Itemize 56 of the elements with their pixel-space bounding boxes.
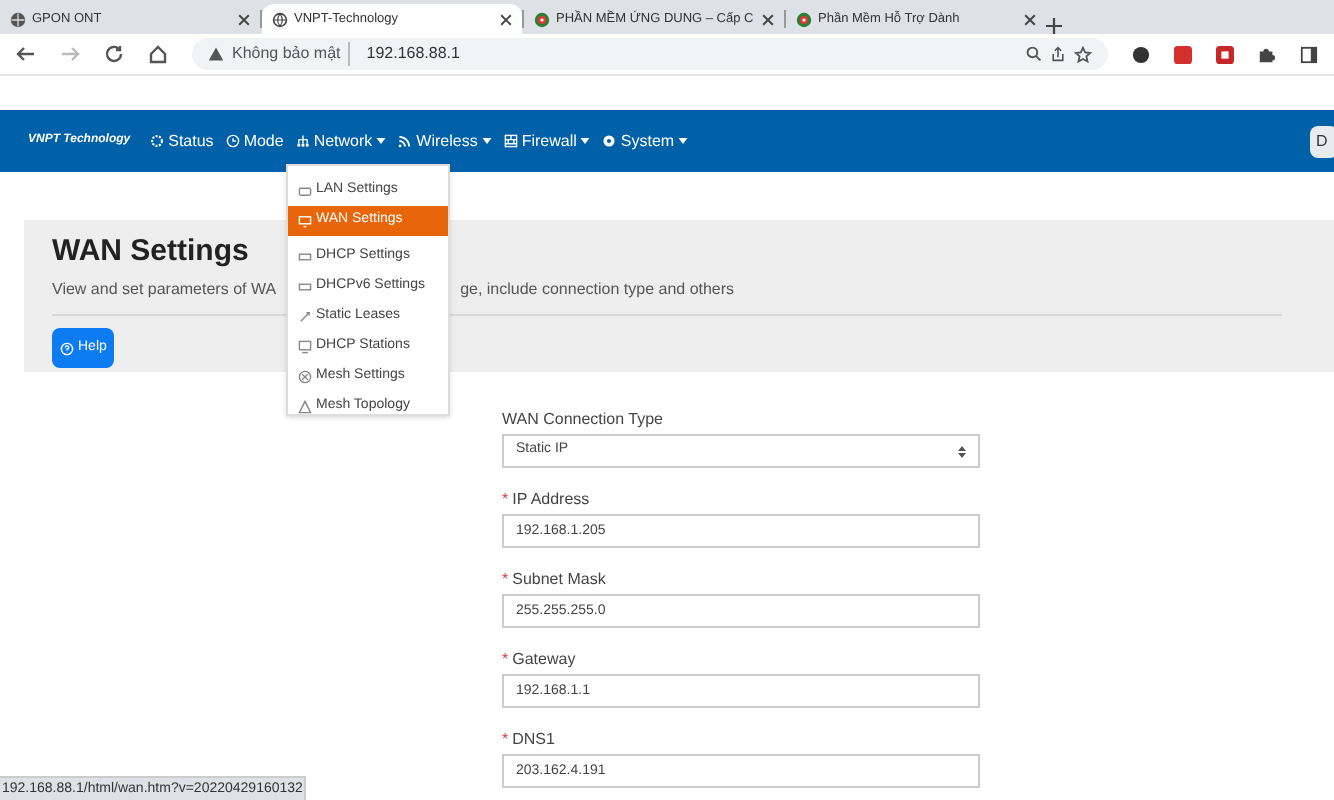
description-text: ge, include connection type and others xyxy=(460,278,735,302)
extension-icon[interactable] xyxy=(1132,45,1150,63)
close-icon[interactable] xyxy=(238,13,250,25)
zoom-icon[interactable] xyxy=(1026,46,1042,62)
nav-link[interactable]: Wireless xyxy=(398,129,492,153)
close-icon[interactable] xyxy=(762,13,774,25)
field-label: DNS1 xyxy=(512,730,555,752)
app-icon xyxy=(796,11,812,27)
caret-icon xyxy=(678,138,689,144)
star-icon[interactable] xyxy=(1074,45,1092,63)
nav-link[interactable]: Network xyxy=(295,129,387,153)
field-label: IP Address xyxy=(512,490,590,512)
globe-icon xyxy=(272,11,288,27)
description-text: View and set parameters of WA xyxy=(52,278,277,302)
nav-button[interactable]: D xyxy=(1310,125,1334,157)
new-tab-icon[interactable] xyxy=(1046,18,1062,34)
monitor-icon xyxy=(298,214,312,228)
home-icon[interactable] xyxy=(148,44,168,64)
caret-icon xyxy=(580,138,591,144)
required-mark: * xyxy=(502,490,509,512)
app-icon xyxy=(534,11,550,27)
nav-link[interactable]: Status xyxy=(150,129,214,153)
field-label: WAN Connection Type xyxy=(502,410,663,432)
page-title: WAN Settings xyxy=(52,232,249,272)
address-field[interactable]: Không bảo mật 192.168.88.1 xyxy=(192,38,1108,70)
field-label: Gateway xyxy=(512,650,576,672)
caret-icon xyxy=(481,138,492,144)
field-label: Subnet Mask xyxy=(512,570,606,592)
close-icon[interactable] xyxy=(500,13,512,25)
disc-icon xyxy=(602,134,617,148)
help-icon xyxy=(60,341,74,355)
sort-icon xyxy=(958,445,966,457)
nav-link[interactable]: Firewall xyxy=(503,129,591,153)
caret-icon xyxy=(376,138,387,144)
required-mark: * xyxy=(502,730,509,752)
reload-icon[interactable] xyxy=(104,44,124,64)
url-text: 192.168.88.1 xyxy=(364,42,460,66)
network-icon xyxy=(295,134,310,148)
globe-icon xyxy=(10,11,26,27)
share-icon[interactable] xyxy=(1050,46,1066,62)
extension-icon[interactable] xyxy=(1216,45,1234,63)
nav-link[interactable]: System xyxy=(602,129,689,153)
required-mark: * xyxy=(502,650,509,672)
required-mark: * xyxy=(502,570,509,592)
warning-icon xyxy=(208,46,224,62)
signal-icon xyxy=(398,134,413,148)
grid-icon xyxy=(503,134,518,148)
triangle-icon xyxy=(298,400,312,414)
close-icon[interactable] xyxy=(1024,13,1036,25)
clock-icon xyxy=(225,134,240,148)
sidebar-icon[interactable] xyxy=(1300,45,1318,63)
back-icon[interactable] xyxy=(16,44,36,64)
monitor-icon xyxy=(298,340,312,354)
puzzle-icon[interactable] xyxy=(1258,45,1276,63)
nav-link[interactable]: Mode xyxy=(225,129,284,153)
security-label: Không bảo mật xyxy=(232,42,351,66)
